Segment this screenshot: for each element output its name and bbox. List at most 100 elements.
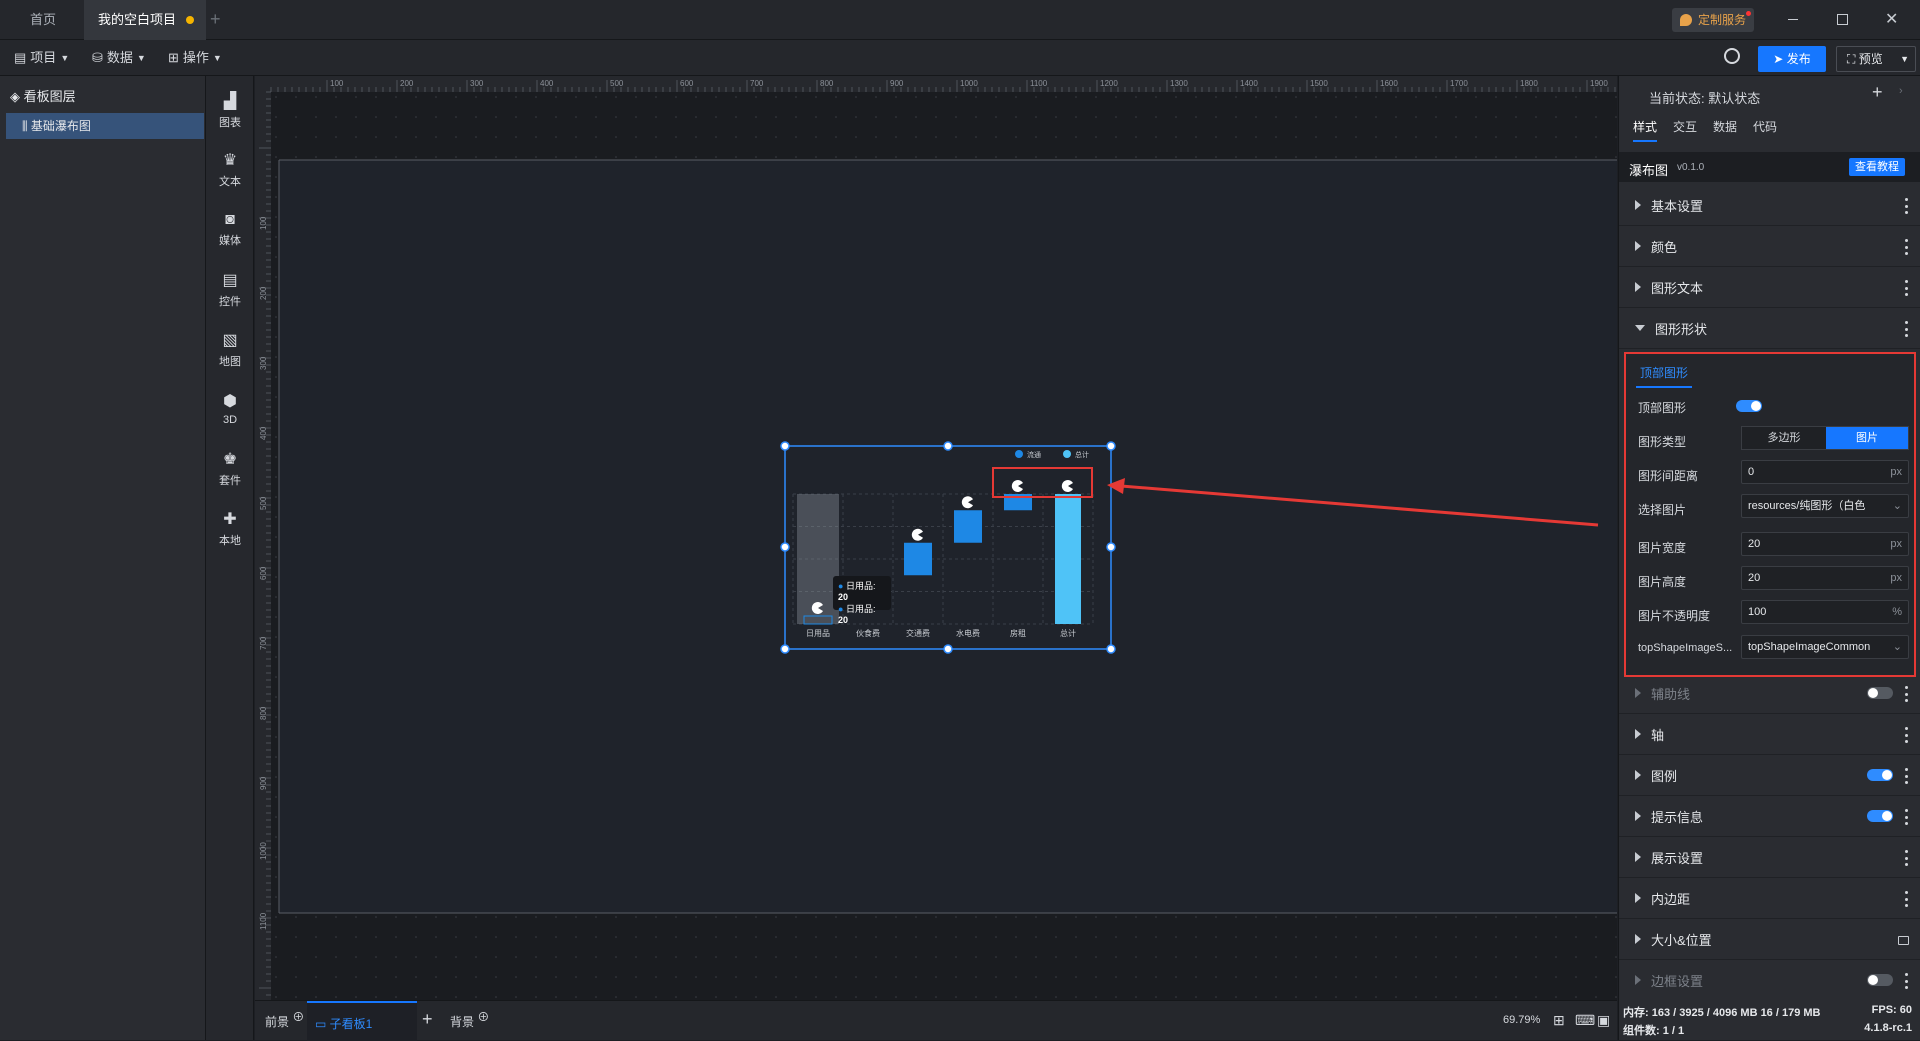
- tool-local[interactable]: ✚ 本地: [206, 499, 254, 557]
- more-icon[interactable]: [1905, 280, 1909, 296]
- add-board-icon[interactable]: +: [422, 1009, 433, 1030]
- shape-type-image[interactable]: 图片: [1826, 427, 1908, 449]
- custom-service-label: 定制服务: [1698, 13, 1747, 27]
- tool-text[interactable]: ♛ 文本: [206, 140, 254, 198]
- tab-code[interactable]: 代码: [1753, 118, 1777, 135]
- lock-icon[interactable]: [1898, 936, 1909, 945]
- section-legend[interactable]: 图例: [1619, 755, 1920, 796]
- fit-icon[interactable]: ⊞: [1553, 1012, 1565, 1029]
- tool-3d[interactable]: ⬢ 3D: [206, 379, 254, 437]
- add-tab-icon[interactable]: +: [210, 9, 221, 30]
- section-color[interactable]: 颜色: [1619, 226, 1920, 267]
- more-icon[interactable]: [1905, 768, 1909, 784]
- unsaved-dot-icon: [186, 16, 195, 24]
- canvas-area[interactable]: 100 200 300 400 500 600 700 800 900 1000 1100 1200 1…: [255, 76, 1617, 1000]
- section-tooltip[interactable]: 提示信息: [1619, 796, 1920, 837]
- section-guide[interactable]: 辅助线: [1619, 673, 1920, 714]
- ruler-label: 1200: [1100, 79, 1118, 88]
- opacity-input[interactable]: 100%: [1741, 600, 1909, 624]
- state-value[interactable]: 默认状态: [1708, 91, 1760, 106]
- restore-icon[interactable]: [1837, 14, 1848, 25]
- close-icon[interactable]: ✕: [1885, 9, 1898, 29]
- more-icon[interactable]: [1905, 727, 1909, 743]
- more-icon[interactable]: [1905, 891, 1909, 907]
- top-shape-toggle[interactable]: [1736, 400, 1762, 412]
- tool-kit[interactable]: ♚ 套件: [206, 439, 254, 497]
- section-border[interactable]: 边框设置: [1619, 960, 1920, 1000]
- ruler-label: 400: [259, 426, 268, 440]
- chevron-right-icon[interactable]: ›: [1899, 85, 1903, 97]
- menu-project[interactable]: ▤ 项目 ▼: [14, 40, 69, 76]
- menu-data[interactable]: ⛁ 数据 ▼: [92, 40, 146, 76]
- border-toggle[interactable]: [1867, 974, 1893, 986]
- image-width-input[interactable]: 20 px: [1741, 532, 1909, 556]
- add-state-icon[interactable]: +: [1872, 82, 1883, 103]
- tab-interaction[interactable]: 交互: [1673, 118, 1697, 135]
- tab-home[interactable]: 首页: [16, 0, 70, 40]
- layer-item[interactable]: ⫼ 基础瀑布图: [6, 113, 204, 139]
- tool-media[interactable]: ◙ 媒体: [206, 200, 254, 258]
- section-size[interactable]: 大小&位置: [1619, 919, 1920, 960]
- tool-chart[interactable]: ▟ 图表: [206, 81, 254, 139]
- tooltip-toggle[interactable]: [1867, 810, 1893, 822]
- tooltip-value: 20: [838, 592, 849, 602]
- image-style-select[interactable]: topShapeImageCommon ⌄: [1741, 635, 1909, 659]
- caret-down-icon: [1635, 325, 1645, 331]
- subtab-top-shape[interactable]: 顶部图形: [1636, 364, 1693, 388]
- menu-operate[interactable]: ⊞ 操作 ▼: [168, 40, 222, 76]
- gap-input[interactable]: 0 px: [1741, 460, 1909, 484]
- zoom-level[interactable]: 69.79%: [1503, 1014, 1540, 1026]
- more-icon[interactable]: [1905, 973, 1909, 989]
- section-axis[interactable]: 轴: [1619, 714, 1920, 755]
- more-icon[interactable]: [1905, 686, 1909, 702]
- tool-widget[interactable]: ▤ 控件: [206, 260, 254, 318]
- keyboard-icon[interactable]: ⌨: [1575, 1012, 1595, 1029]
- tab-style[interactable]: 样式: [1633, 118, 1658, 142]
- image-value: resources/纯图形（白色: [1748, 500, 1866, 512]
- image-style-value: topShapeImageCommon: [1748, 641, 1871, 653]
- more-icon[interactable]: [1905, 198, 1909, 214]
- search-icon[interactable]: [1724, 48, 1740, 64]
- sub-board-tab[interactable]: ▭ 子看板1: [307, 1001, 417, 1041]
- section-shape-text[interactable]: 图形文本: [1619, 267, 1920, 308]
- ruler-label: 1000: [259, 842, 268, 860]
- section-color-label: 颜色: [1651, 239, 1678, 255]
- section-basic[interactable]: 基本设置: [1619, 185, 1920, 226]
- ruler-label: 1800: [1520, 79, 1538, 88]
- image-height-input[interactable]: 20 px: [1741, 566, 1909, 590]
- gap-label: 图形间距离: [1638, 469, 1699, 483]
- image-label: 选择图片: [1638, 503, 1687, 517]
- more-icon[interactable]: [1905, 239, 1909, 255]
- section-padding-label: 内边距: [1651, 891, 1691, 907]
- section-display[interactable]: 展示设置: [1619, 837, 1920, 878]
- back-layer-tab[interactable]: 背景 ⊕: [450, 1010, 489, 1030]
- tutorial-button[interactable]: 查看教程: [1849, 158, 1905, 176]
- back-label: 背景: [450, 1015, 475, 1029]
- component-header: 瀑布图 v0.1.0 查看教程: [1619, 152, 1920, 182]
- bar: [1055, 494, 1081, 624]
- tool-widget-label: 控件: [219, 295, 241, 308]
- image-select[interactable]: resources/纯图形（白色 ⌄: [1741, 494, 1909, 518]
- preview-button[interactable]: ⛶ 预览 ▼: [1836, 46, 1916, 72]
- top-shape-label: 顶部图形: [1638, 401, 1687, 415]
- guide-toggle[interactable]: [1867, 687, 1893, 699]
- tool-map[interactable]: ▧ 地图: [206, 320, 254, 378]
- minimize-icon[interactable]: [1788, 19, 1798, 20]
- tab-data[interactable]: 数据: [1713, 118, 1737, 135]
- terminal-icon[interactable]: ▣: [1597, 1012, 1610, 1029]
- title-bar: 首页 我的空白项目 + 定制服务 ✕: [0, 0, 1920, 40]
- shape-type-polygon[interactable]: 多边形: [1742, 427, 1826, 449]
- custom-service-button[interactable]: 定制服务: [1672, 8, 1755, 32]
- tab-project[interactable]: 我的空白项目: [84, 0, 207, 40]
- ruler-label: 900: [890, 79, 904, 88]
- image-style-label: topShapeImageS...: [1638, 642, 1733, 654]
- board-tabs-bar: 前景 ⊕ ▭ 子看板1 + 背景 ⊕ 69.79% ⊞ ⌨ ▣: [255, 1000, 1617, 1041]
- section-padding[interactable]: 内边距: [1619, 878, 1920, 919]
- more-icon[interactable]: [1905, 321, 1909, 337]
- front-layer-tab[interactable]: 前景 ⊕: [265, 1010, 304, 1030]
- section-shape[interactable]: 图形形状: [1619, 308, 1920, 349]
- more-icon[interactable]: [1905, 850, 1909, 866]
- legend-toggle[interactable]: [1867, 769, 1893, 781]
- more-icon[interactable]: [1905, 809, 1909, 825]
- publish-button[interactable]: ➤ 发布: [1758, 46, 1826, 72]
